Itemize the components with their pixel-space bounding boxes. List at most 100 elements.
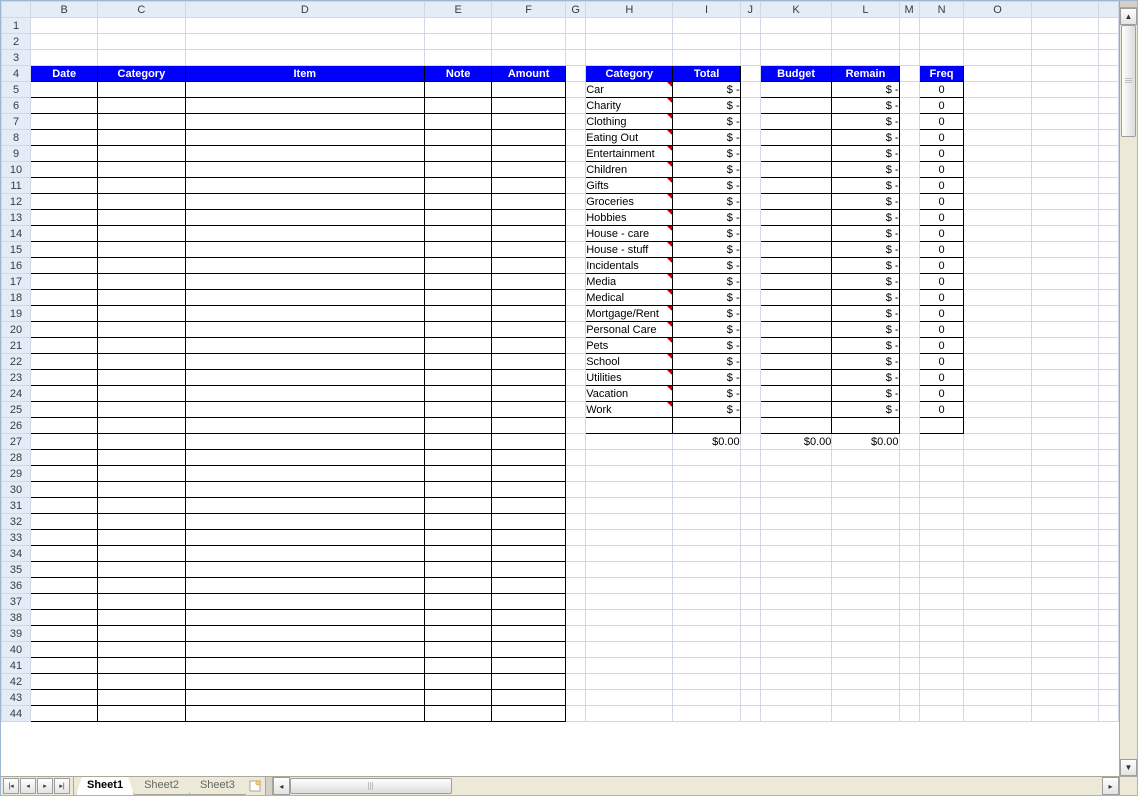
- cell[interactable]: [492, 418, 566, 434]
- cell[interactable]: [899, 194, 919, 210]
- cell[interactable]: [1031, 178, 1098, 194]
- cell[interactable]: $ -: [673, 162, 740, 178]
- cell[interactable]: [425, 418, 492, 434]
- cell[interactable]: Total: [673, 66, 740, 82]
- cell[interactable]: [492, 146, 566, 162]
- cell[interactable]: [899, 642, 919, 658]
- cell[interactable]: [31, 706, 98, 722]
- cell[interactable]: [899, 370, 919, 386]
- cell[interactable]: [740, 674, 760, 690]
- cell[interactable]: [899, 34, 919, 50]
- cell[interactable]: [31, 402, 98, 418]
- cell[interactable]: [740, 610, 760, 626]
- cell[interactable]: [425, 146, 492, 162]
- cell[interactable]: [31, 514, 98, 530]
- nav-last-button[interactable]: ▸|: [54, 778, 70, 794]
- cell[interactable]: [919, 690, 964, 706]
- cell[interactable]: [740, 242, 760, 258]
- cell[interactable]: [98, 354, 185, 370]
- cell[interactable]: [566, 50, 586, 66]
- cell[interactable]: House - care: [586, 226, 673, 242]
- cell[interactable]: [31, 290, 98, 306]
- cell[interactable]: $ -: [832, 162, 899, 178]
- cell[interactable]: [1098, 66, 1118, 82]
- cell[interactable]: [899, 50, 919, 66]
- cell[interactable]: [185, 514, 425, 530]
- cell[interactable]: [760, 226, 832, 242]
- cell[interactable]: 0: [919, 354, 964, 370]
- cell[interactable]: [673, 658, 740, 674]
- cell[interactable]: [492, 290, 566, 306]
- cell[interactable]: [740, 82, 760, 98]
- cell[interactable]: [185, 114, 425, 130]
- cell[interactable]: [492, 50, 566, 66]
- row-header[interactable]: 38: [2, 610, 31, 626]
- row-header[interactable]: 13: [2, 210, 31, 226]
- cell[interactable]: [98, 642, 185, 658]
- cell[interactable]: [832, 18, 899, 34]
- cell[interactable]: [740, 66, 760, 82]
- cell[interactable]: [964, 690, 1031, 706]
- cell[interactable]: [566, 706, 586, 722]
- cell[interactable]: [964, 482, 1031, 498]
- cell[interactable]: [98, 386, 185, 402]
- cell[interactable]: 0: [919, 98, 964, 114]
- cell[interactable]: [832, 50, 899, 66]
- cell[interactable]: [740, 322, 760, 338]
- cell[interactable]: [1098, 450, 1118, 466]
- cell[interactable]: [31, 674, 98, 690]
- cell[interactable]: [566, 162, 586, 178]
- split-handle-top[interactable]: [1120, 1, 1137, 8]
- cell[interactable]: [1098, 546, 1118, 562]
- cell[interactable]: [1031, 322, 1098, 338]
- cell[interactable]: [760, 178, 832, 194]
- cell[interactable]: 0: [919, 194, 964, 210]
- cell[interactable]: [899, 610, 919, 626]
- hscroll-track[interactable]: [290, 777, 1102, 795]
- cell[interactable]: $ -: [832, 242, 899, 258]
- cell[interactable]: [964, 274, 1031, 290]
- cell[interactable]: 0: [919, 130, 964, 146]
- cell[interactable]: [760, 274, 832, 290]
- cell[interactable]: [185, 530, 425, 546]
- cell[interactable]: [760, 210, 832, 226]
- cell[interactable]: [964, 290, 1031, 306]
- cell[interactable]: [425, 434, 492, 450]
- cell[interactable]: [31, 210, 98, 226]
- cell[interactable]: [740, 482, 760, 498]
- cell[interactable]: [919, 642, 964, 658]
- cell[interactable]: [1098, 242, 1118, 258]
- cell[interactable]: [566, 98, 586, 114]
- cell[interactable]: [760, 594, 832, 610]
- cell[interactable]: $ -: [832, 146, 899, 162]
- cell[interactable]: [1098, 258, 1118, 274]
- cell[interactable]: [899, 162, 919, 178]
- cell[interactable]: [1031, 594, 1098, 610]
- cell[interactable]: [566, 226, 586, 242]
- cell[interactable]: [185, 706, 425, 722]
- cell[interactable]: [760, 98, 832, 114]
- cell[interactable]: [492, 322, 566, 338]
- cell[interactable]: [185, 194, 425, 210]
- row-header[interactable]: 30: [2, 482, 31, 498]
- row-header[interactable]: 33: [2, 530, 31, 546]
- row-header[interactable]: 44: [2, 706, 31, 722]
- cell[interactable]: [740, 306, 760, 322]
- cell[interactable]: $ -: [673, 402, 740, 418]
- cell[interactable]: [31, 354, 98, 370]
- cell[interactable]: [31, 370, 98, 386]
- cell[interactable]: [566, 290, 586, 306]
- row-header[interactable]: 36: [2, 578, 31, 594]
- cell[interactable]: [425, 450, 492, 466]
- cell[interactable]: [964, 514, 1031, 530]
- cell[interactable]: [832, 610, 899, 626]
- cell[interactable]: [425, 34, 492, 50]
- cell[interactable]: [1031, 418, 1098, 434]
- cell[interactable]: [740, 514, 760, 530]
- cell[interactable]: [1098, 338, 1118, 354]
- cell[interactable]: Charity: [586, 98, 673, 114]
- cell[interactable]: [586, 706, 673, 722]
- cell[interactable]: [586, 514, 673, 530]
- cell[interactable]: [98, 130, 185, 146]
- cell[interactable]: [425, 210, 492, 226]
